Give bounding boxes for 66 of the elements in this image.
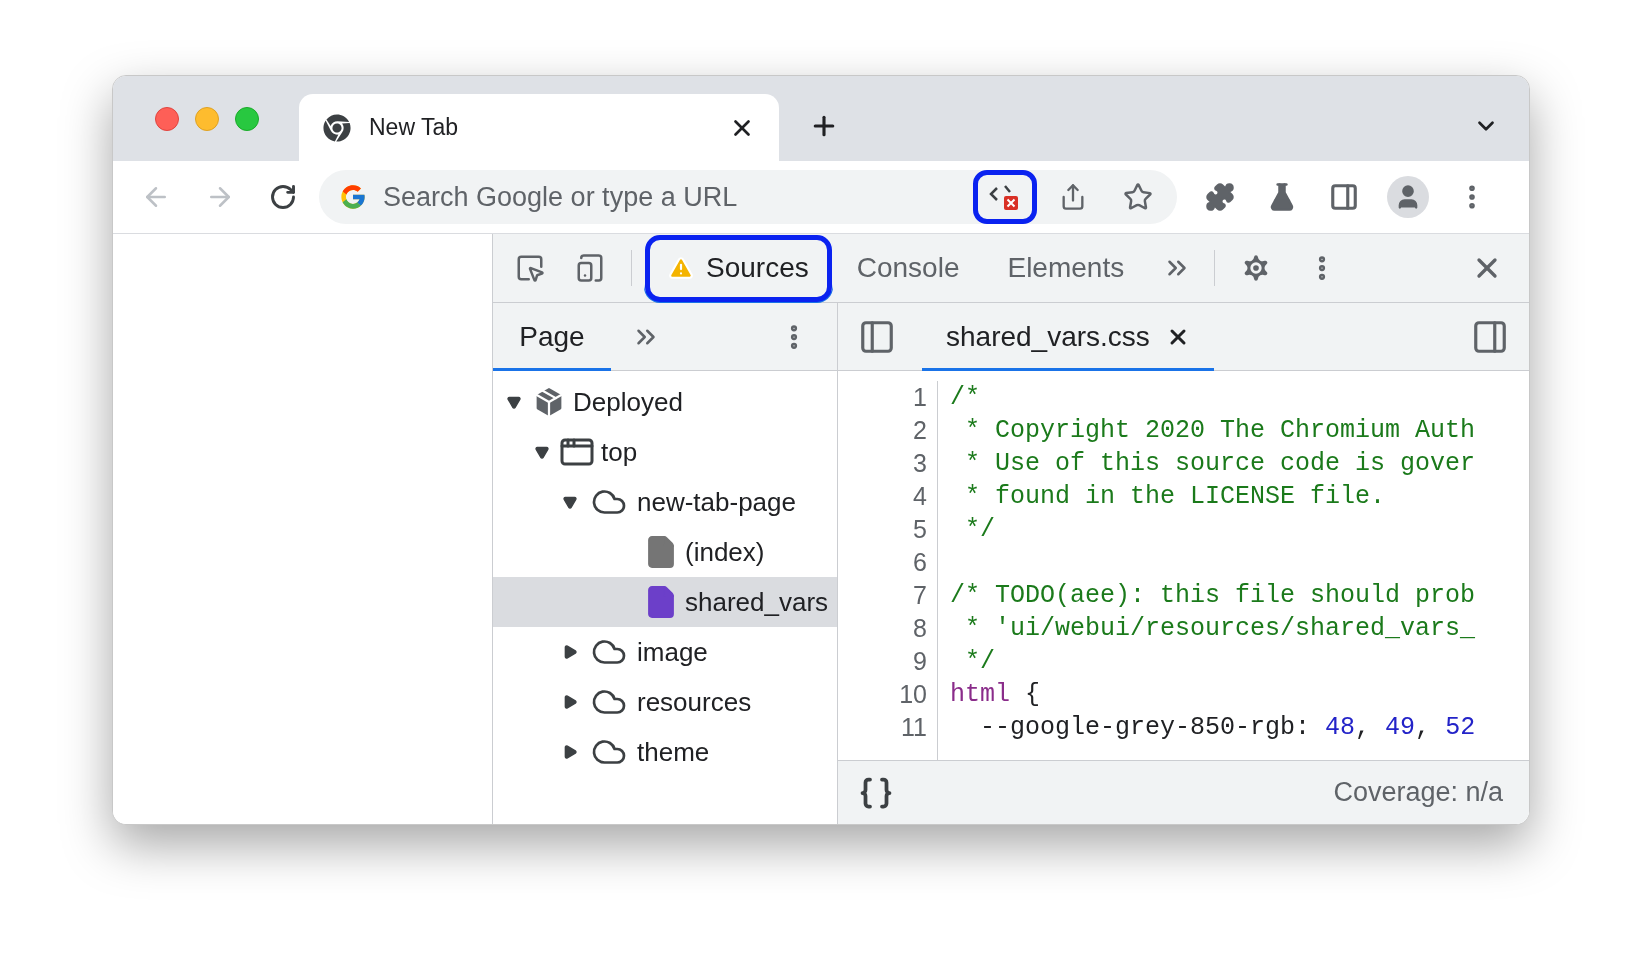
collapsed-triangle-icon[interactable] bbox=[562, 694, 578, 710]
devtools-tab[interactable]: Console bbox=[832, 233, 984, 303]
tree-item-label: new-tab-page bbox=[637, 485, 796, 519]
tab-title: New Tab bbox=[369, 113, 459, 143]
tree-item[interactable]: (index) bbox=[493, 527, 837, 577]
tree-item-label: theme bbox=[637, 735, 710, 769]
line-number: 1 bbox=[912, 382, 927, 413]
code-line: * 'ui/webui/resources/shared_vars_ bbox=[964, 614, 1476, 643]
tree-item[interactable]: resources bbox=[493, 677, 837, 727]
line-number: 6 bbox=[912, 547, 927, 578]
file-tab-label: shared_vars.css bbox=[946, 319, 1150, 354]
collapsed-triangle-icon[interactable] bbox=[562, 744, 578, 760]
tree-item-label: resources bbox=[637, 685, 752, 719]
line-number: 8 bbox=[912, 613, 927, 644]
bookmark-star-icon[interactable] bbox=[1123, 182, 1153, 212]
code-line: --google-grey-850-rgb: 48, 49, 52 bbox=[979, 713, 1476, 742]
reload-icon[interactable] bbox=[269, 183, 297, 211]
extensions-icon[interactable] bbox=[1205, 182, 1235, 212]
code-line: /* bbox=[950, 383, 980, 412]
tree-item-label: (index) bbox=[685, 535, 765, 569]
coverage-status: Coverage: n/a bbox=[1333, 776, 1503, 810]
line-number: 2 bbox=[912, 415, 927, 446]
device-toolbar-icon[interactable] bbox=[575, 253, 605, 283]
tree-item[interactable]: image bbox=[493, 627, 837, 677]
tree-item[interactable]: shared_vars bbox=[493, 577, 837, 627]
code-line: */ bbox=[964, 647, 995, 676]
side-panel-icon[interactable] bbox=[1329, 182, 1359, 212]
expanded-triangle-icon[interactable] bbox=[562, 494, 578, 510]
tree-item-label: shared_vars bbox=[685, 585, 829, 619]
line-number: 5 bbox=[912, 514, 927, 545]
devtools-tab[interactable]: Sources bbox=[644, 233, 833, 303]
line-number: 11 bbox=[900, 712, 927, 743]
code-line: * found in the LICENSE file. bbox=[964, 482, 1386, 511]
close-window-icon[interactable] bbox=[155, 107, 179, 131]
code-line: /* TODO(aee): this file should prob bbox=[950, 581, 1476, 610]
code-line: * Copyright 2020 The Chromium Auth bbox=[964, 416, 1476, 445]
line-number: 7 bbox=[912, 580, 927, 611]
file-tab[interactable]: shared_vars.css bbox=[922, 302, 1214, 371]
navigator-tab[interactable]: Page bbox=[493, 302, 611, 371]
collapsed-triangle-icon[interactable] bbox=[562, 644, 578, 660]
profile-avatar[interactable] bbox=[1387, 176, 1429, 218]
code-line: * Use of this source code is gover bbox=[964, 449, 1476, 478]
tree-item-label: Deployed bbox=[573, 385, 683, 419]
line-number: 9 bbox=[912, 646, 927, 677]
devtools-issue-button[interactable] bbox=[973, 170, 1037, 224]
tree-item[interactable]: Deployed bbox=[493, 377, 837, 427]
address-input[interactable]: Search Google or type a URL bbox=[383, 176, 903, 218]
tree-item-label: top bbox=[601, 435, 638, 469]
code-line: */ bbox=[964, 515, 995, 544]
expanded-triangle-icon[interactable] bbox=[534, 444, 550, 460]
tree-item[interactable]: top bbox=[493, 427, 837, 477]
browser-tab[interactable]: New Tab bbox=[299, 94, 779, 161]
warning-icon bbox=[668, 255, 694, 281]
line-number: 3 bbox=[912, 448, 927, 479]
inspect-icon[interactable] bbox=[515, 253, 545, 283]
line-number: 4 bbox=[912, 481, 927, 512]
tree-item-label: image bbox=[637, 635, 708, 669]
tree-item[interactable]: new-tab-page bbox=[493, 477, 837, 527]
google-logo-icon bbox=[339, 183, 367, 211]
devtools-tab[interactable]: Elements bbox=[983, 233, 1149, 303]
line-number: 10 bbox=[898, 679, 927, 710]
expanded-triangle-icon[interactable] bbox=[506, 394, 522, 410]
address-bar[interactable]: Search Google or type a URL bbox=[319, 170, 1177, 224]
browser-logo-icon bbox=[323, 113, 351, 142]
tree-item[interactable]: theme bbox=[493, 727, 837, 777]
code-line: html { bbox=[950, 680, 1041, 709]
